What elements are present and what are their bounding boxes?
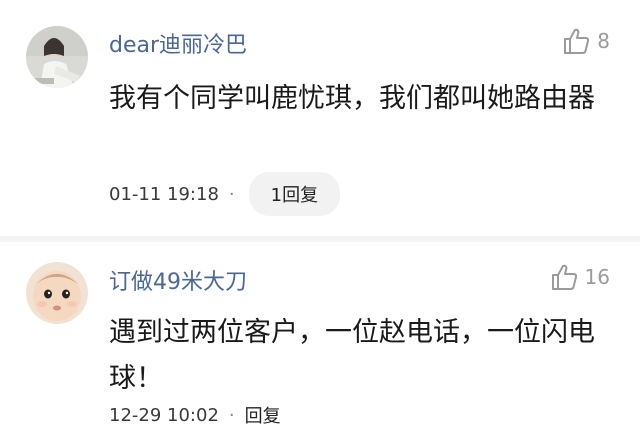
- reply-button[interactable]: 回复: [245, 402, 281, 428]
- avatar[interactable]: [26, 262, 88, 324]
- avatar[interactable]: [26, 26, 88, 88]
- username[interactable]: dear迪丽冷巴: [109, 27, 247, 59]
- reply-button[interactable]: 1回复: [248, 172, 341, 216]
- like-button[interactable]: 16: [549, 262, 610, 292]
- thumbs-up-icon: [564, 28, 590, 54]
- comment-text: 遇到过两位客户，一位赵电话，一位闪电球！: [109, 317, 595, 394]
- separator-dot: ·: [228, 404, 235, 426]
- like-button[interactable]: 8: [561, 26, 610, 56]
- username[interactable]: 订做49米大刀: [109, 264, 247, 296]
- user-avatar-baby-icon: [26, 262, 88, 324]
- like-count: 16: [584, 265, 610, 289]
- comment-item: 订做49米大刀 16 遇到过两位客户，一位赵电话，一位闪电球！ 12-29 10…: [0, 238, 640, 438]
- thumbs-up-icon: [551, 264, 577, 290]
- separator-dot: ·: [228, 183, 235, 205]
- comment-meta: 01-11 19:18 · 1回复: [109, 172, 341, 216]
- timestamp: 12-29 10:02: [109, 404, 219, 426]
- timestamp: 01-11 19:18: [109, 183, 219, 205]
- comment-meta: 12-29 10:02 · 回复: [109, 402, 281, 428]
- comment-item: dear迪丽冷巴 8 我有个同学叫鹿忧琪，我们都叫她路由器 01-11 19:1…: [0, 0, 640, 238]
- comment-text: 我有个同学叫鹿忧琪，我们都叫她路由器: [109, 83, 595, 114]
- user-avatar-girl-icon: [26, 26, 88, 88]
- like-count: 8: [597, 29, 610, 53]
